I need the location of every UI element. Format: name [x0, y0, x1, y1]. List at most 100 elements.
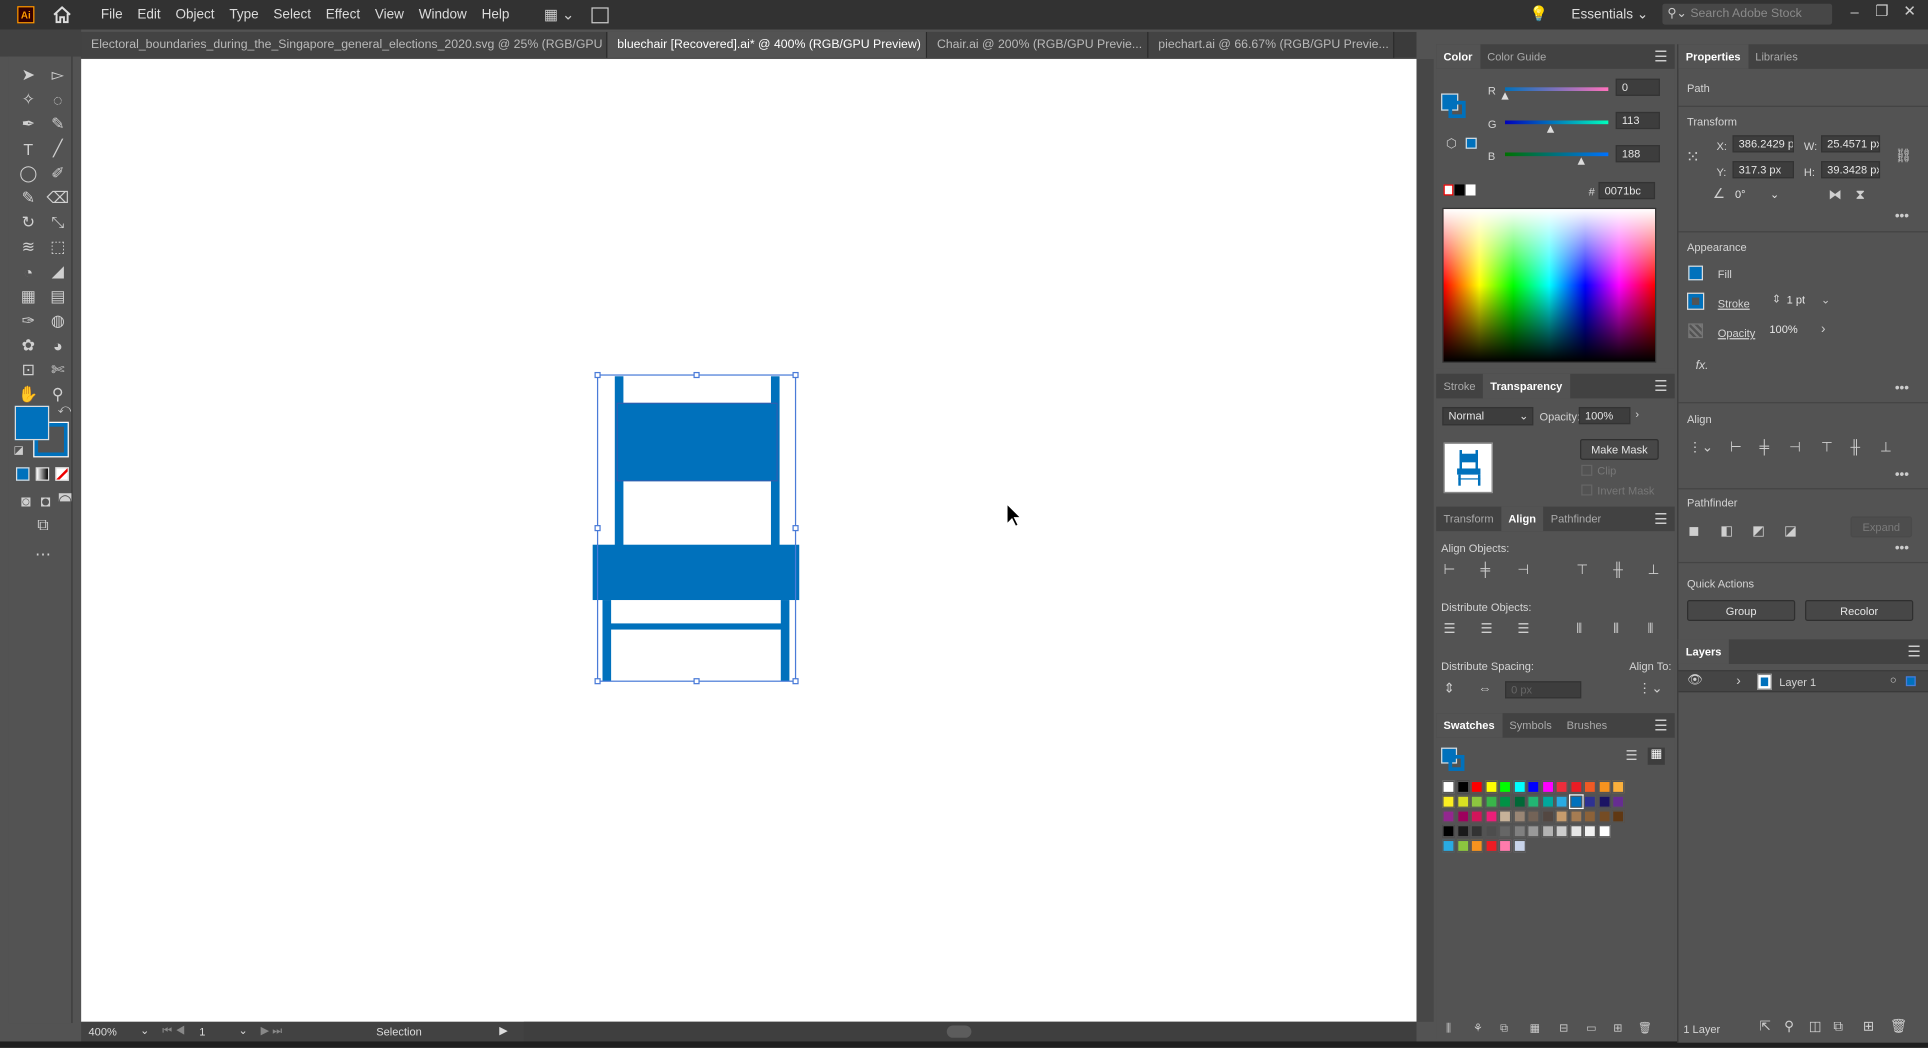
r-slider[interactable] [1505, 87, 1609, 91]
menu-window[interactable]: Window [411, 7, 474, 22]
color-swatch[interactable] [1527, 810, 1540, 823]
color-swatch[interactable] [1484, 825, 1498, 838]
tab-align[interactable]: Align [1500, 506, 1544, 532]
delete-layer-icon[interactable]: 🗑 [1890, 1020, 1907, 1035]
gpu-performance-icon[interactable] [591, 6, 609, 23]
tab-transparency[interactable]: Transparency [1482, 373, 1570, 399]
stroke-stepper-icon[interactable]: ⇕ [1772, 293, 1781, 305]
page-number[interactable]: 1 [199, 1025, 205, 1037]
new-swatch-icon[interactable]: ⊞ [1613, 1022, 1622, 1036]
w-field[interactable]: 25.4571 px [1821, 135, 1881, 153]
hand-tool-icon[interactable]: ✋ [16, 384, 41, 406]
color-swatch[interactable] [1470, 795, 1483, 808]
color-swatch[interactable] [1498, 839, 1512, 853]
color-swatch[interactable] [1527, 795, 1540, 808]
color-swatch[interactable] [1442, 839, 1455, 853]
lightbulb-icon[interactable]: 💡 [1530, 5, 1548, 22]
prop-align-vcenter-icon[interactable]: ╫ [1851, 441, 1861, 455]
y-field[interactable]: 317.3 px [1732, 161, 1794, 179]
color-swatch[interactable] [1555, 795, 1568, 808]
color-swatch[interactable] [1541, 825, 1554, 838]
symbol-sprayer-icon[interactable]: ✿ [16, 334, 41, 356]
panel-menu-icon[interactable]: ☰ [1654, 48, 1667, 65]
warp-tool-icon[interactable]: ≋ [16, 236, 41, 258]
close-window-button[interactable]: ✕ [1903, 2, 1915, 19]
more-options-icon[interactable]: ••• [1895, 381, 1909, 396]
horizontal-spacing-icon[interactable]: ⇔ [1478, 682, 1492, 696]
doc-tab-chair[interactable]: Chair.ai @ 200% (RGB/GPU Previe...✕ [927, 31, 1149, 58]
next-page-icon[interactable]: ▶ ⏭ [261, 1024, 283, 1038]
color-swatch[interactable] [1470, 780, 1483, 794]
color-swatch[interactable] [1527, 780, 1540, 794]
g-value-field[interactable]: 113 [1615, 111, 1660, 130]
color-swatch[interactable] [1513, 795, 1526, 808]
tab-brushes[interactable]: Brushes [1559, 713, 1614, 738]
distribute-top-icon[interactable]: ☰ [1444, 623, 1456, 637]
color-swatch[interactable] [1498, 810, 1512, 823]
align-to-selection-icon[interactable]: ⋮⌄ [1638, 682, 1663, 696]
swatch-options-icon[interactable]: ⧉ [1500, 1022, 1508, 1036]
opacity-prop-field[interactable]: 100% [1764, 322, 1813, 339]
flip-horizontal-icon[interactable]: ⧓ [1828, 189, 1842, 203]
page-dropdown-icon[interactable]: ⌄ [239, 1024, 248, 1038]
color-swatch[interactable] [1484, 795, 1498, 808]
menu-select[interactable]: Select [266, 7, 318, 22]
align-bottom-icon[interactable]: ⊥ [1648, 564, 1660, 578]
selection-tool-icon[interactable]: ➤ [16, 64, 41, 86]
vertical-spacing-icon[interactable]: ⇕ [1444, 682, 1455, 696]
make-mask-button[interactable]: Make Mask [1580, 438, 1659, 460]
hex-value-field[interactable]: 0071bc [1598, 181, 1656, 200]
locate-object-icon[interactable]: ⚲ [1784, 1020, 1794, 1035]
color-swatch[interactable] [1597, 825, 1611, 838]
color-swatch[interactable] [1456, 839, 1469, 853]
color-swatch[interactable] [1583, 825, 1597, 838]
arrange-documents-icon[interactable]: ▦ ⌄ [544, 6, 574, 23]
x-field[interactable]: 386.2429 p [1732, 135, 1794, 153]
color-spectrum[interactable] [1442, 207, 1657, 363]
first-page-icon[interactable]: ⏮ ◀ [162, 1024, 185, 1038]
curvature-tool-icon[interactable]: ✎ [45, 113, 70, 135]
h-field[interactable]: 39.3428 px [1821, 161, 1881, 179]
visibility-eye-icon[interactable]: 👁 [1687, 674, 1703, 687]
list-view-icon[interactable]: ☰ [1626, 749, 1638, 764]
color-swatch[interactable] [1442, 780, 1455, 794]
b-slider[interactable] [1505, 152, 1609, 157]
doc-tab-electoral[interactable]: Electoral_boundaries_during_the_Singapor… [81, 31, 608, 58]
color-swatch[interactable] [1513, 780, 1526, 794]
menu-effect[interactable]: Effect [318, 7, 367, 22]
type-tool-icon[interactable]: T [16, 138, 41, 160]
tab-pathfinder[interactable]: Pathfinder [1543, 507, 1608, 532]
b-value-field[interactable]: 188 [1615, 145, 1660, 163]
menu-object[interactable]: Object [168, 7, 222, 22]
pen-tool-icon[interactable]: ✒ [16, 113, 41, 135]
panel-menu-icon[interactable]: ☰ [1654, 377, 1667, 394]
cube-icon[interactable]: ⬡ [1446, 138, 1457, 152]
swatch-library-icon[interactable]: ⫼ [1446, 1022, 1451, 1036]
color-swatch[interactable] [1541, 810, 1554, 823]
align-vcenter-icon[interactable]: ╫ [1613, 564, 1623, 578]
r-value-field[interactable]: 0 [1615, 78, 1660, 96]
scale-tool-icon[interactable]: ⤡ [45, 211, 70, 233]
more-options-icon[interactable]: ••• [1895, 209, 1909, 224]
tab-color[interactable]: Color [1436, 44, 1480, 69]
rotate-field[interactable]: 0° ⌄ [1730, 187, 1779, 204]
color-swatch[interactable] [1612, 780, 1625, 794]
rotate-tool-icon[interactable]: ↻ [16, 211, 41, 233]
default-colors-icon[interactable]: ◪ [14, 444, 24, 458]
slice-tool-icon[interactable]: ✄ [45, 359, 70, 381]
color-swatch[interactable] [1597, 795, 1611, 808]
color-swatch[interactable] [1569, 780, 1582, 794]
mask-thumbnail[interactable] [1443, 442, 1493, 494]
recolor-button[interactable]: Recolor [1805, 600, 1914, 621]
layer-name[interactable]: Layer 1 [1779, 676, 1816, 688]
more-options-icon[interactable]: ••• [1895, 467, 1909, 482]
none-mode-icon[interactable] [55, 467, 69, 481]
color-swatch[interactable] [1612, 810, 1625, 823]
color-swatch[interactable] [1498, 825, 1512, 838]
clip-checkbox[interactable] [1581, 464, 1593, 476]
grid-view-icon[interactable]: ▦ [1647, 747, 1665, 765]
distribute-right-icon[interactable]: ⫴ [1648, 623, 1654, 637]
stroke-weight-dropdown-icon[interactable]: ⌄ [1821, 294, 1830, 306]
invert-mask-checkbox[interactable] [1581, 484, 1593, 496]
color-swatch[interactable] [1513, 810, 1526, 823]
